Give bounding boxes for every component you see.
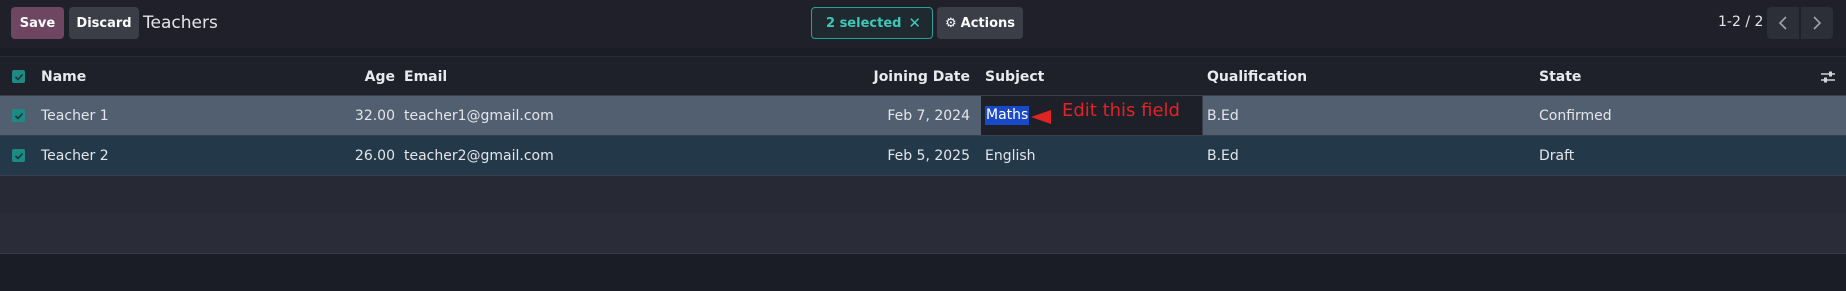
column-header-name[interactable]: Name: [41, 57, 86, 96]
cell-name[interactable]: Teacher 1: [41, 96, 109, 135]
cell-name[interactable]: Teacher 2: [41, 136, 109, 175]
cell-state[interactable]: Confirmed: [1539, 96, 1612, 135]
subject-input-selection[interactable]: Maths: [985, 106, 1030, 125]
selection-badge[interactable]: 2 selected ✕: [811, 7, 933, 39]
chevron-left-icon: [1778, 16, 1787, 30]
sliders-icon[interactable]: [1820, 69, 1836, 85]
column-header-subject[interactable]: Subject: [985, 57, 1044, 96]
column-header-qualification[interactable]: Qualification: [1207, 57, 1307, 96]
save-button[interactable]: Save: [11, 7, 64, 39]
gear-icon: ⚙: [944, 15, 957, 31]
cell-joining-date[interactable]: Feb 7, 2024: [840, 96, 970, 135]
cell-age[interactable]: 26.00: [330, 136, 395, 175]
actions-button[interactable]: ⚙ Actions: [937, 7, 1023, 39]
pager-previous-button[interactable]: [1767, 7, 1799, 39]
pager-value[interactable]: 1-2 / 2: [1718, 14, 1763, 30]
row-checkbox[interactable]: [12, 149, 25, 162]
chevron-right-icon: [1813, 16, 1822, 30]
cell-subject[interactable]: English: [985, 136, 1036, 175]
table-row[interactable]: Teacher 2 26.00 teacher2@gmail.com Feb 5…: [0, 136, 1846, 176]
cell-qualification[interactable]: B.Ed: [1207, 136, 1239, 175]
page-title: Teachers: [143, 13, 218, 33]
cell-joining-date[interactable]: Feb 5, 2025: [840, 136, 970, 175]
row-checkbox[interactable]: [12, 109, 25, 122]
cell-qualification[interactable]: B.Ed: [1207, 96, 1239, 135]
pager-next-button[interactable]: [1801, 7, 1833, 39]
select-all-checkbox[interactable]: [12, 70, 25, 83]
empty-row: [0, 214, 1846, 254]
discard-button[interactable]: Discard: [69, 7, 139, 39]
column-header-joining-date[interactable]: Joining Date: [840, 57, 970, 96]
control-panel: Save Discard Teachers 2 selected ✕ ⚙ Act…: [0, 0, 1846, 48]
cell-email[interactable]: teacher2@gmail.com: [404, 136, 554, 175]
column-header-age[interactable]: Age: [330, 57, 395, 96]
table-header: Name Age Email Joining Date Subject Qual…: [0, 56, 1846, 96]
table-row[interactable]: Teacher 1 32.00 teacher1@gmail.com Feb 7…: [0, 96, 1846, 136]
annotation-text: Edit this field: [1062, 100, 1180, 121]
arrow-left-icon: [1031, 110, 1051, 124]
column-header-email[interactable]: Email: [404, 57, 447, 96]
column-header-state[interactable]: State: [1539, 57, 1581, 96]
actions-label: Actions: [960, 15, 1016, 31]
selection-count-label: 2 selected: [826, 15, 902, 31]
cell-age[interactable]: 32.00: [330, 96, 395, 135]
close-icon[interactable]: ✕: [908, 14, 921, 32]
cell-email[interactable]: teacher1@gmail.com: [404, 96, 554, 135]
cell-state[interactable]: Draft: [1539, 136, 1574, 175]
empty-row: [0, 176, 1846, 216]
